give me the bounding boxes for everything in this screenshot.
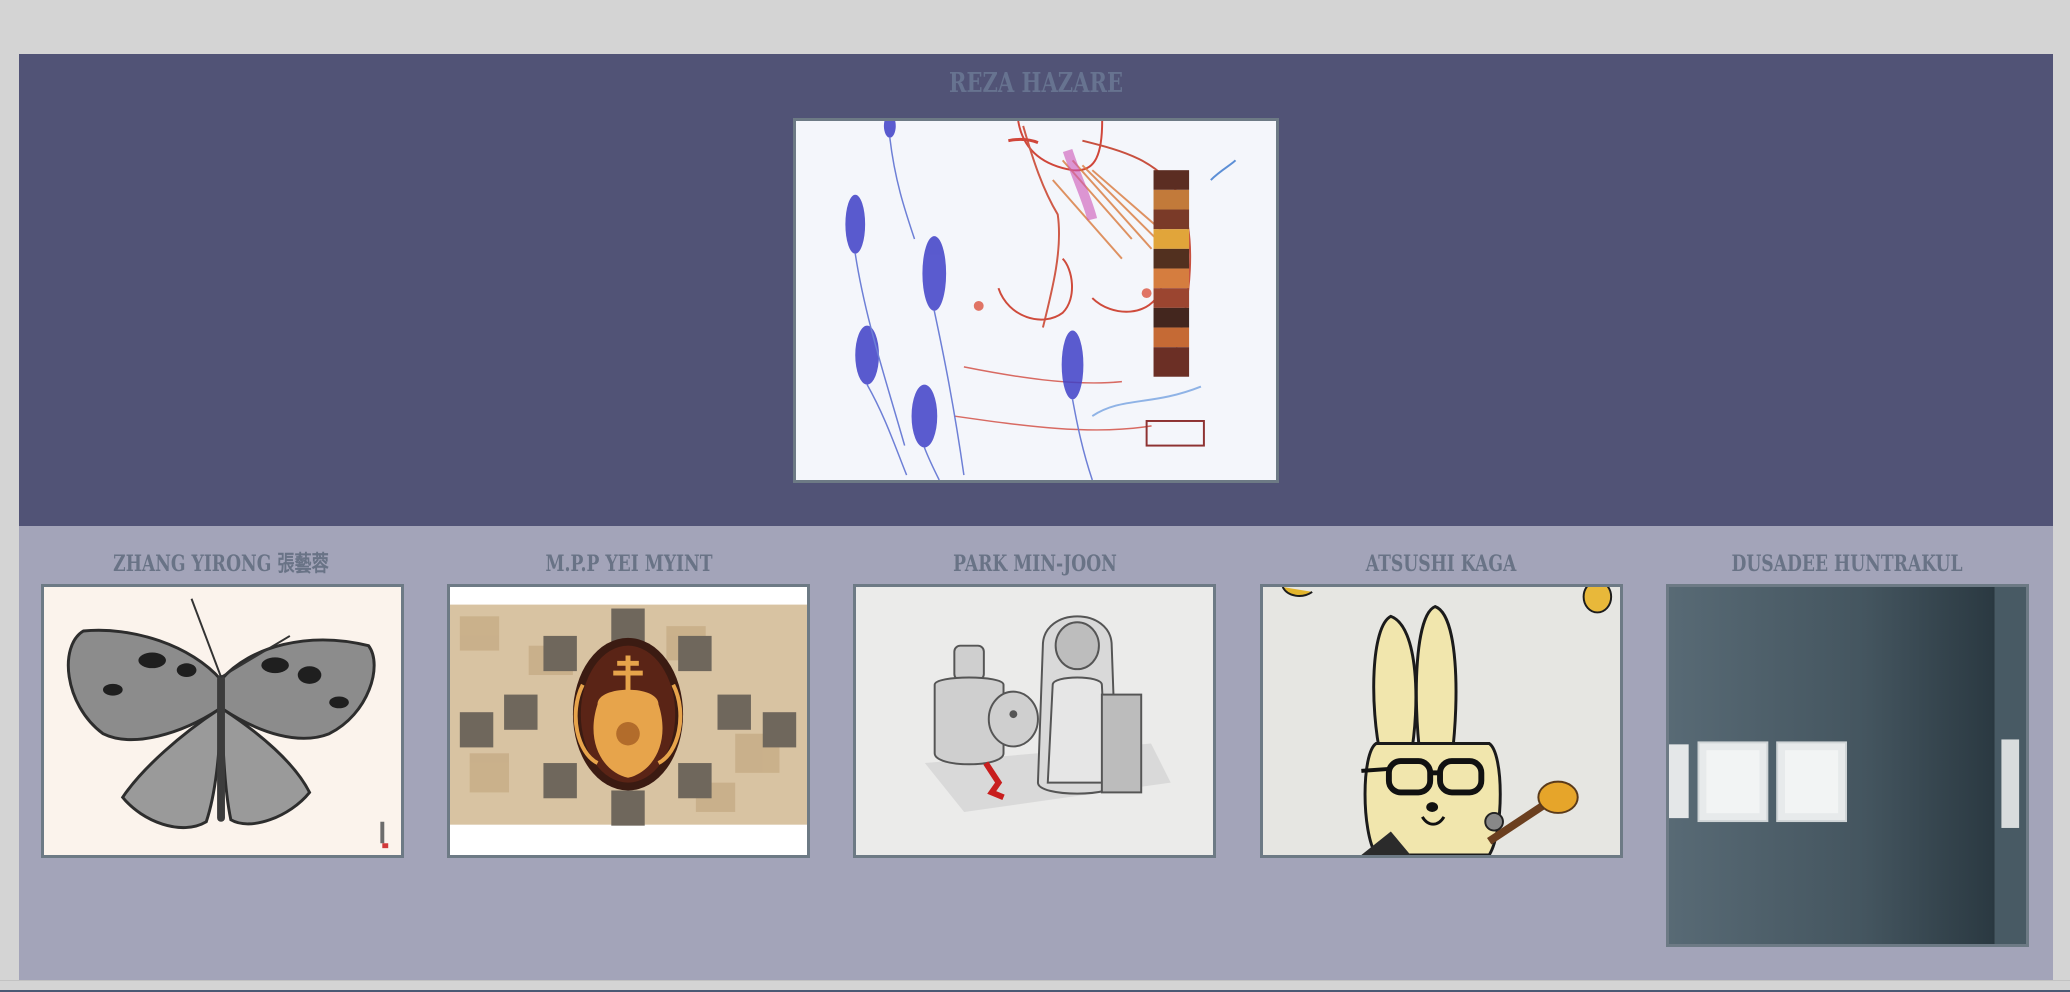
gallery-wall-photo-icon <box>1669 587 2026 944</box>
butterfly-drawing-icon <box>44 587 401 855</box>
page: REZA HAZARE ZHANG YIRONG 張藝蓉 M.P.P YEI M… <box>0 0 2070 992</box>
artist-name-zhang-yirong[interactable]: ZHANG YIRONG 張藝蓉 <box>81 548 362 580</box>
artist-name-atsushi-kaga[interactable]: ATSUSHI KAGA <box>1301 548 1582 580</box>
featured-artwork[interactable] <box>793 118 1279 483</box>
artwork-thumbnail[interactable] <box>1260 584 1623 858</box>
artwork-thumbnail[interactable] <box>853 584 1216 858</box>
pencil-dolls-drawing-icon <box>856 587 1213 855</box>
artist-name-mpp-yei-myint[interactable]: M.P.P YEI MYINT <box>489 548 770 580</box>
artwork-thumbnail[interactable] <box>447 584 810 858</box>
bunny-with-glasses-painting-icon <box>1263 587 1620 855</box>
artwork-thumbnail[interactable] <box>1666 584 2029 947</box>
bottom-edge <box>0 980 2070 992</box>
artist-name-park-min-joon[interactable]: PARK MIN-JOON <box>895 548 1176 580</box>
artwork-thumbnail[interactable] <box>41 584 404 858</box>
featured-artist-name[interactable]: REZA HAZARE <box>880 66 1192 102</box>
artist-grid: ZHANG YIRONG 張藝蓉 M.P.P YEI MYINT PARK MI… <box>19 526 2053 980</box>
featured-section: REZA HAZARE <box>19 54 2053 526</box>
artist-name-dusadee-huntrakul[interactable]: DUSADEE HUNTRAKUL <box>1707 548 1988 580</box>
drawing-figure-with-blue-plants-icon <box>796 121 1276 480</box>
ornamental-vase-collage-icon <box>450 587 807 855</box>
